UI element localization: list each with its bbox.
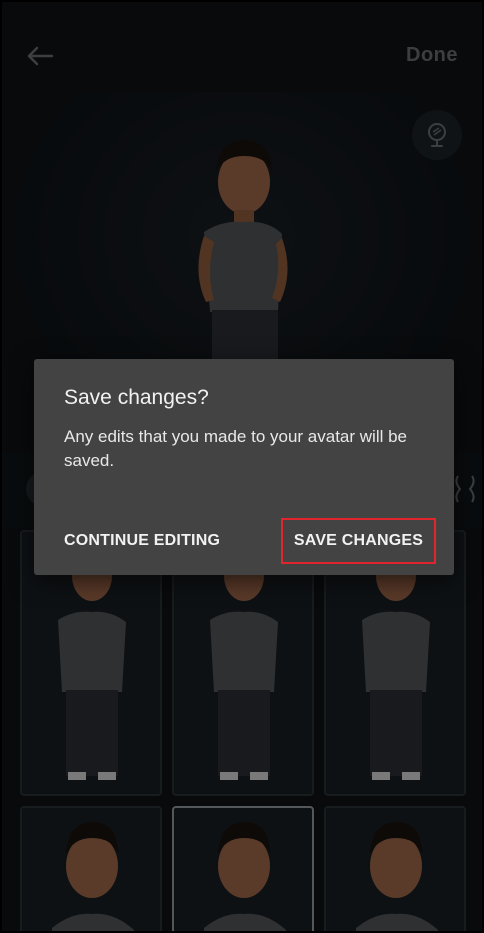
continue-editing-button[interactable]: CONTINUE EDITING (64, 532, 220, 550)
save-changes-dialog: Save changes? Any edits that you made to… (34, 359, 454, 575)
save-changes-button[interactable]: SAVE CHANGES (281, 518, 436, 564)
dialog-title: Save changes? (64, 386, 209, 409)
dialog-message: Any edits that you made to your avatar w… (64, 427, 408, 470)
screen: Done Save changes? Any edits that you ma… (0, 0, 484, 933)
